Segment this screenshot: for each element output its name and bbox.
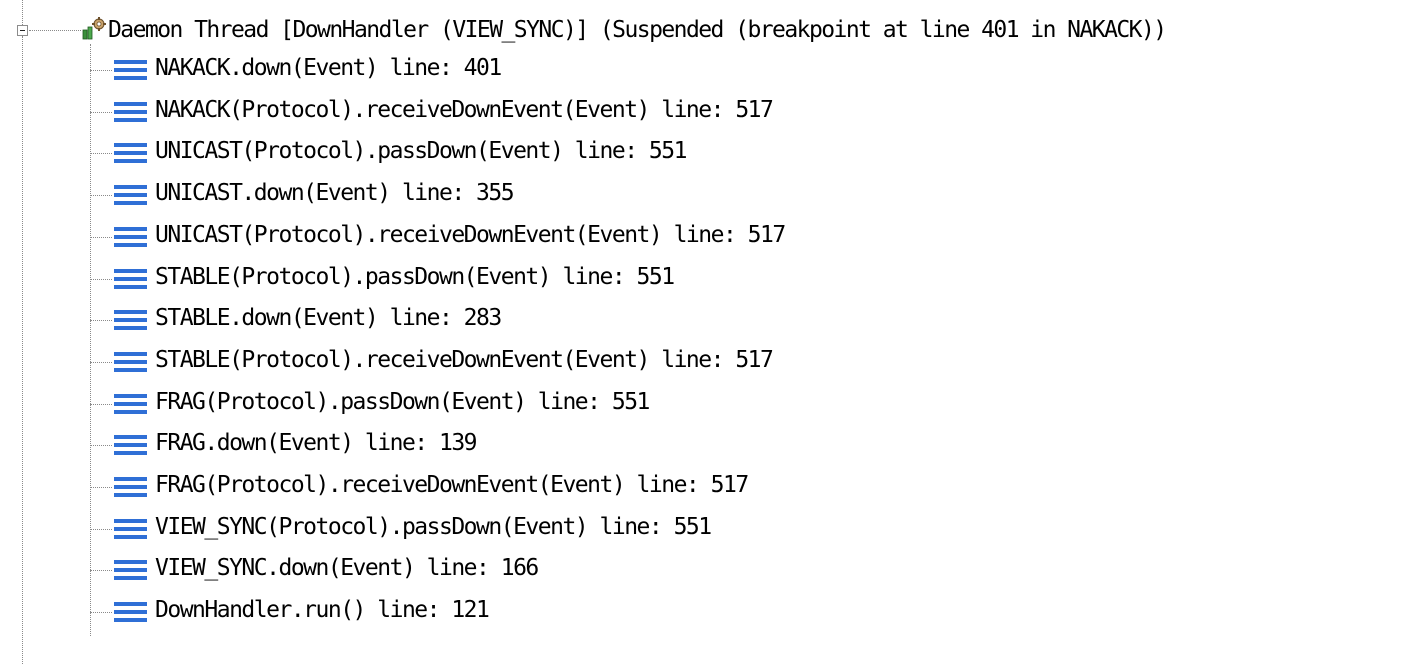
- stack-frame-label: VIEW_SYNC(Protocol).passDown(Event) line…: [155, 513, 712, 540]
- tree-connector: [90, 320, 112, 322]
- stack-frame-row[interactable]: UNICAST(Protocol).passDown(Event) line: …: [0, 135, 1428, 168]
- stack-frame-row[interactable]: NAKACK(Protocol).receiveDownEvent(Event)…: [0, 94, 1428, 127]
- stack-frame-icon: [114, 185, 147, 206]
- stack-frame-row[interactable]: UNICAST(Protocol).receiveDownEvent(Event…: [0, 219, 1428, 252]
- stack-frame-label: UNICAST(Protocol).receiveDownEvent(Event…: [155, 221, 786, 248]
- stack-frame-label: STABLE(Protocol).receiveDownEvent(Event)…: [155, 346, 774, 373]
- stack-frame-icon: [114, 268, 147, 289]
- tree-connector: [90, 528, 112, 530]
- stack-frame-row[interactable]: STABLE(Protocol).passDown(Event) line: 5…: [0, 261, 1428, 294]
- tree-connector: [90, 403, 112, 405]
- tree-guide-line-frames: [90, 44, 91, 636]
- stack-frame-icon: [114, 518, 147, 539]
- stack-frame-label: NAKACK(Protocol).receiveDownEvent(Event)…: [155, 96, 774, 123]
- stack-frame-label: VIEW_SYNC.down(Event) line: 166: [155, 555, 539, 582]
- tree-connector: [90, 70, 112, 71]
- tree-connector: [90, 570, 112, 572]
- stack-frame-label: STABLE(Protocol).passDown(Event) line: 5…: [155, 263, 675, 290]
- tree-connector: [90, 195, 112, 197]
- stack-frame-row[interactable]: DownHandler.run() line: 121: [0, 594, 1428, 627]
- tree-connector: [90, 236, 112, 238]
- stack-frame-icon: [114, 435, 147, 456]
- stack-frame-row[interactable]: UNICAST.down(Event) line: 355: [0, 177, 1428, 210]
- collapse-thread-toggle[interactable]: [17, 25, 28, 36]
- stack-frame-icon: [114, 226, 147, 247]
- stack-frame-row[interactable]: STABLE(Protocol).receiveDownEvent(Event)…: [0, 344, 1428, 377]
- stack-frame-label: NAKACK.down(Event) line: 401: [155, 55, 502, 81]
- tree-connector: [90, 612, 112, 614]
- stack-frame-label: UNICAST.down(Event) line: 355: [155, 180, 515, 207]
- stack-frame-icon: [114, 101, 147, 122]
- stack-frame-row[interactable]: FRAG.down(Event) line: 139: [0, 427, 1428, 460]
- stack-frame-label: STABLE.down(Event) line: 283: [155, 305, 502, 332]
- stack-frame-row[interactable]: STABLE.down(Event) line: 283: [0, 302, 1428, 335]
- tree-connector: [90, 278, 112, 280]
- stack-frame-row[interactable]: VIEW_SYNC.down(Event) line: 166: [0, 552, 1428, 585]
- stack-frame-row[interactable]: FRAG(Protocol).passDown(Event) line: 551: [0, 386, 1428, 419]
- stack-frame-row[interactable]: NAKACK.down(Event) line: 401: [0, 52, 1428, 85]
- thread-label[interactable]: Daemon Thread [DownHandler (VIEW_SYNC)] …: [108, 14, 1167, 47]
- stack-frame-label: DownHandler.run() line: 121: [155, 597, 490, 624]
- tree-connector: [90, 111, 112, 113]
- stack-frame-icon: [114, 602, 147, 623]
- stack-frame-label: FRAG(Protocol).passDown(Event) line: 551: [155, 388, 650, 415]
- gear-thread-icon: [82, 17, 108, 41]
- tree-connector-thread: [29, 30, 81, 31]
- tree-connector: [90, 153, 112, 155]
- debug-stack-tree: Daemon Thread [DownHandler (VIEW_SYNC)] …: [0, 0, 1428, 664]
- tree-connector: [90, 445, 112, 447]
- stack-frame-row[interactable]: FRAG(Protocol).receiveDownEvent(Event) l…: [0, 469, 1428, 502]
- stack-frame-label: UNICAST(Protocol).passDown(Event) line: …: [155, 138, 687, 165]
- tree-connector: [90, 487, 112, 488]
- stack-frame-icon: [114, 60, 147, 80]
- stack-frame-icon: [114, 143, 147, 164]
- stack-frame-icon: [114, 560, 147, 581]
- tree-guide-line-root: [22, 0, 23, 25]
- stack-frame-row[interactable]: VIEW_SYNC(Protocol).passDown(Event) line…: [0, 511, 1428, 544]
- stack-frame-icon: [114, 351, 147, 372]
- stack-frame-icon: [114, 393, 147, 414]
- stack-frame-label: FRAG(Protocol).receiveDownEvent(Event) l…: [155, 472, 749, 498]
- stack-frame-icon: [114, 477, 147, 497]
- stack-frame-label: FRAG.down(Event) line: 139: [155, 430, 478, 457]
- tree-connector: [90, 361, 112, 363]
- stack-frame-icon: [114, 310, 147, 331]
